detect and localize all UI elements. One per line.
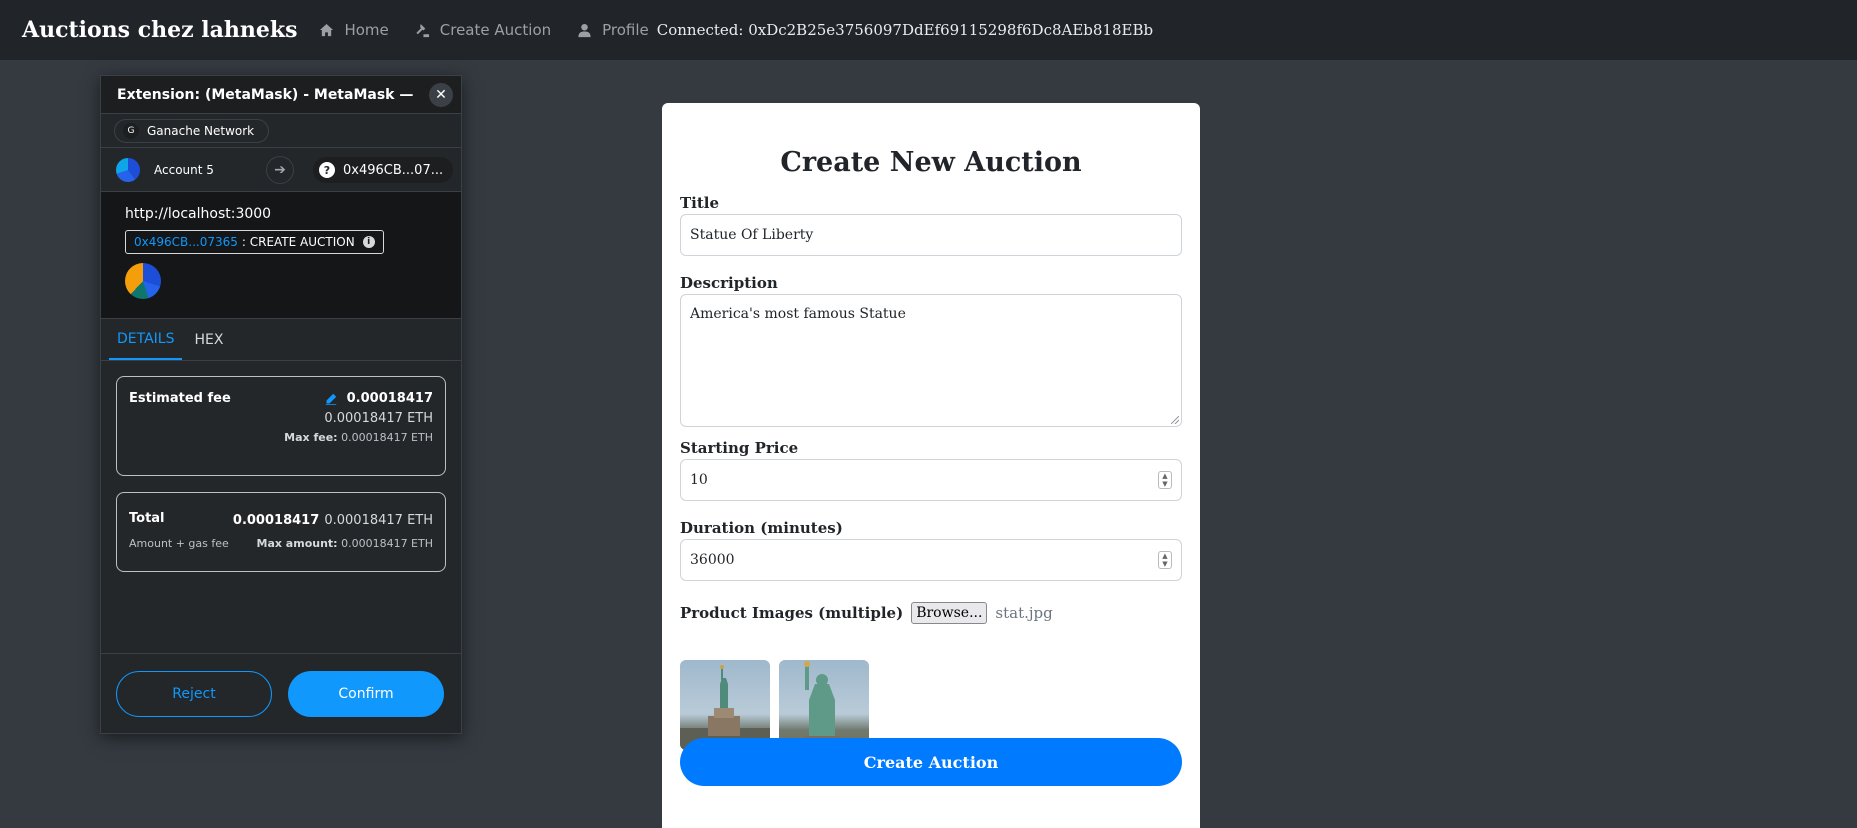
starting-price-value: 10 <box>690 472 708 488</box>
page-title: Create New Auction <box>780 147 1082 178</box>
estimated-fee-eth: 0.00018417 ETH <box>324 411 433 426</box>
metamask-popup: Extension: (MetaMask) - MetaMask — M... … <box>100 75 462 734</box>
duration-input[interactable]: 36000 ▲ ▼ <box>680 539 1182 581</box>
max-amount-value: 0.00018417 ETH <box>341 537 433 550</box>
create-auction-button[interactable]: Create Auction <box>680 738 1182 786</box>
top-navbar: Auctions chez lahneks Home Create Auctio… <box>0 0 1857 60</box>
metamask-window-title: Extension: (MetaMask) - MetaMask — M... <box>117 86 417 103</box>
image-preview <box>680 660 770 750</box>
browse-button[interactable]: Browse... <box>911 602 988 624</box>
max-amount-label: Max amount: <box>256 537 338 550</box>
title-label: Title <box>680 194 720 212</box>
site-avatar <box>125 263 161 299</box>
info-icon[interactable]: i <box>362 236 375 248</box>
account-name: Account 5 <box>154 162 214 177</box>
total-sub-label: Amount + gas fee <box>129 537 229 550</box>
estimated-fee-value: 0.00018417 <box>346 391 433 406</box>
create-auction-card: Create New Auction Title Statue Of Liber… <box>662 103 1200 828</box>
estimated-fee-box: Estimated fee 0.00018417 0.00018417 ETH … <box>116 376 446 476</box>
method-name: : CREATE AUCTION <box>241 235 355 249</box>
image-preview <box>779 660 869 750</box>
total-label: Total <box>129 511 165 526</box>
recipient-address-text: 0x496CB...07... <box>343 162 444 178</box>
description-textarea[interactable]: America's most famous Statue <box>680 294 1182 427</box>
nav-home-label: Home <box>344 21 389 39</box>
method-badge: 0x496CB...07365 : CREATE AUCTION i <box>125 230 384 254</box>
close-icon[interactable]: ✕ <box>429 83 453 107</box>
total-eth: 0.00018417 ETH <box>324 513 433 528</box>
estimated-fee-label: Estimated fee <box>129 391 231 406</box>
edit-icon[interactable] <box>325 393 337 405</box>
duration-label: Duration (minutes) <box>680 519 843 537</box>
duration-value: 36000 <box>690 552 735 568</box>
description-value: America's most famous Statue <box>690 306 906 322</box>
confirm-button[interactable]: Confirm <box>288 670 444 717</box>
reject-button[interactable]: Reject <box>116 670 272 717</box>
connected-wallet: Connected: 0xDc2B25e3756097DdEf69115298f… <box>656 21 1154 39</box>
transaction-origin: http://localhost:3000 0x496CB...07365 : … <box>101 192 461 319</box>
metamask-footer: Reject Confirm <box>101 653 461 733</box>
starting-price-label: Starting Price <box>680 439 799 457</box>
title-input[interactable]: Statue Of Liberty <box>680 214 1182 256</box>
file-upload-row: Product Images (multiple) Browse... stat… <box>680 602 1182 624</box>
user-icon <box>578 23 591 37</box>
number-spinner-icon[interactable]: ▲ ▼ <box>1158 471 1172 489</box>
metamask-header: Extension: (MetaMask) - MetaMask — M... … <box>101 76 461 114</box>
image-previews <box>680 660 1182 750</box>
number-spinner-icon[interactable]: ▲ ▼ <box>1158 551 1172 569</box>
gavel-icon <box>416 23 429 37</box>
selected-file-name: stat.jpg <box>995 604 1053 622</box>
total-box: Total 0.00018417 0.00018417 ETH Amount +… <box>116 492 446 572</box>
nav-home[interactable]: Home <box>319 21 389 39</box>
home-icon <box>320 23 334 36</box>
images-label: Product Images (multiple) <box>680 604 904 622</box>
network-selector[interactable]: G Ganache Network <box>114 118 270 143</box>
recipient-address[interactable]: ? 0x496CB...07... <box>313 157 454 183</box>
title-input-value: Statue Of Liberty <box>690 227 814 243</box>
max-fee-label: Max fee: <box>284 431 338 444</box>
nav-profile-label: Profile <box>602 21 649 39</box>
origin-url: http://localhost:3000 <box>125 206 272 222</box>
brand-title[interactable]: Auctions chez lahneks <box>22 17 297 43</box>
nav-create-auction-label: Create Auction <box>439 21 552 39</box>
starting-price-input[interactable]: 10 ▲ ▼ <box>680 459 1182 501</box>
metamask-tabs: DETAILS HEX <box>101 319 461 361</box>
resize-handle-icon[interactable] <box>1171 416 1179 424</box>
network-icon: G <box>123 122 139 139</box>
network-name: Ganache Network <box>147 123 255 138</box>
nav-create-auction[interactable]: Create Auction <box>415 21 551 39</box>
nav-profile[interactable]: Profile <box>577 21 649 39</box>
contract-address-link[interactable]: 0x496CB...07365 <box>134 235 238 249</box>
account-avatar <box>116 157 140 182</box>
description-label: Description <box>680 274 778 292</box>
total-value: 0.00018417 <box>232 513 320 528</box>
tab-hex[interactable]: HEX <box>186 319 231 360</box>
arrow-right-icon: ➔ <box>266 156 294 184</box>
max-fee-value: 0.00018417 ETH <box>341 431 433 444</box>
question-icon: ? <box>319 162 335 178</box>
tab-details[interactable]: DETAILS <box>109 319 183 360</box>
